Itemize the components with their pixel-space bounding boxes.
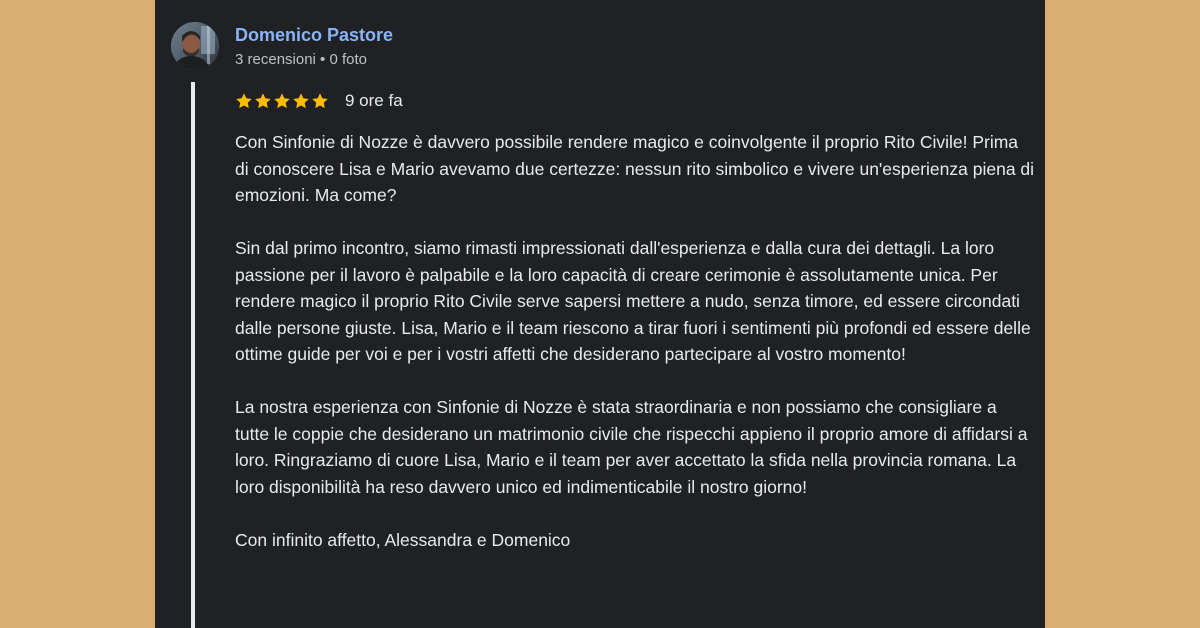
review-text: Con Sinfonie di Nozze è davvero possibil…: [235, 129, 1035, 553]
rating-row: 9 ore fa: [235, 89, 403, 113]
review-paragraph: Sin dal primo incontro, siamo rimasti im…: [235, 238, 1031, 364]
star-icon: [293, 93, 309, 109]
star-icon: [312, 93, 328, 109]
review-paragraph: Con infinito affetto, Alessandra e Domen…: [235, 529, 571, 550]
reviewer-meta: 3 recensioni • 0 foto: [235, 51, 367, 68]
star-icon: [236, 93, 252, 109]
star-icon: [274, 93, 290, 109]
review-paragraph: La nostra esperienza con Sinfonie di Noz…: [235, 397, 1028, 497]
quote-bar: [191, 82, 195, 628]
reviewer-avatar[interactable]: [171, 22, 219, 70]
avatar-photo: [171, 22, 219, 70]
review-time: 9 ore fa: [345, 91, 403, 110]
star-rating: [235, 92, 330, 110]
review-paragraph: Con Sinfonie di Nozze è davvero possibil…: [235, 132, 1035, 205]
review-card: Domenico Pastore 3 recensioni • 0 foto 9…: [155, 0, 1045, 628]
reviewer-name[interactable]: Domenico Pastore: [235, 25, 393, 46]
star-icon: [255, 93, 271, 109]
